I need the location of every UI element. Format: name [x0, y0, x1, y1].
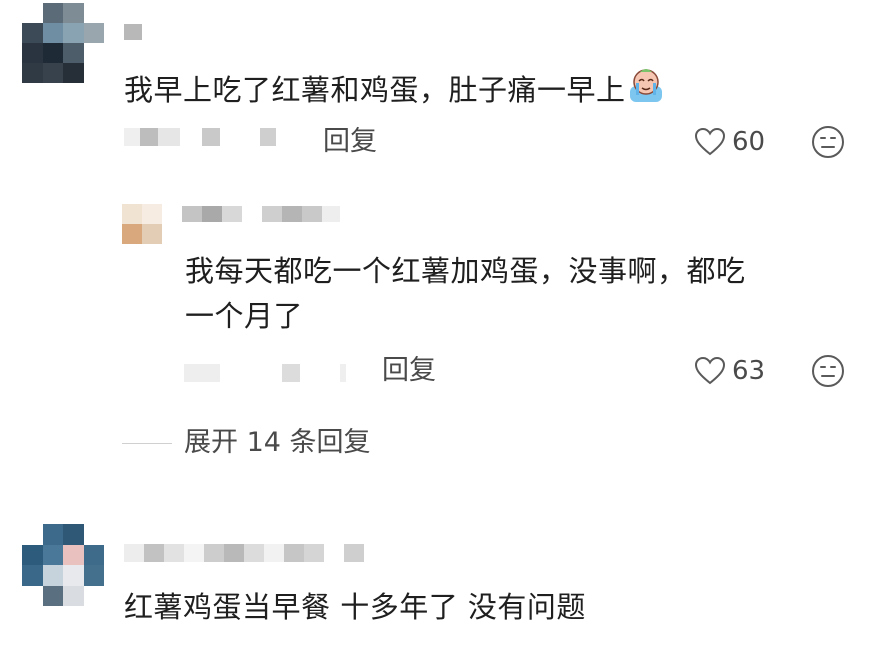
reply-1-like-button[interactable]: 63	[694, 353, 765, 389]
heart-outline-icon	[694, 127, 726, 156]
username-comment-2-blurred[interactable]	[124, 544, 364, 562]
comment-1-text: 我早上吃了红薯和鸡蛋，肚子痛一早上	[124, 66, 666, 118]
reply-1-text-line-1: 我每天都吃一个红薯加鸡蛋，没事啊，都吃	[185, 254, 746, 288]
neutral-face-icon	[812, 355, 844, 387]
comment-1-like-button[interactable]: 60	[694, 124, 765, 160]
reply-1-text-line-2: 一个月了	[185, 299, 304, 333]
comment-1-like-count: 60	[732, 127, 766, 157]
reply-1-dislike-button[interactable]	[811, 354, 845, 392]
comment-1-reply-button[interactable]: 回复	[323, 124, 377, 160]
comment-1-meta-blurred	[124, 128, 276, 146]
crying-emoji-sticker-icon	[626, 66, 666, 118]
reply-1-like-count: 63	[732, 356, 766, 386]
neutral-face-icon	[812, 126, 844, 158]
avatar-comment-2[interactable]	[22, 524, 104, 606]
heart-outline-icon	[694, 356, 726, 385]
avatar-comment-1[interactable]	[22, 3, 104, 83]
comment-2-text: 红薯鸡蛋当早餐 十多年了 没有问题	[124, 590, 586, 624]
expand-replies-label: 展开 14 条回复	[184, 427, 371, 458]
username-comment-1-blurred[interactable]	[124, 24, 142, 40]
reply-1-meta-blurred	[184, 364, 346, 382]
avatar-reply-1[interactable]	[122, 204, 162, 244]
username-reply-1-blurred[interactable]	[182, 206, 340, 222]
comment-1-dislike-button[interactable]	[811, 125, 845, 163]
expand-replies-button[interactable]: 展开 14 条回复	[122, 425, 371, 461]
expand-divider-line	[122, 442, 172, 444]
reply-1-reply-button[interactable]: 回复	[382, 353, 436, 389]
